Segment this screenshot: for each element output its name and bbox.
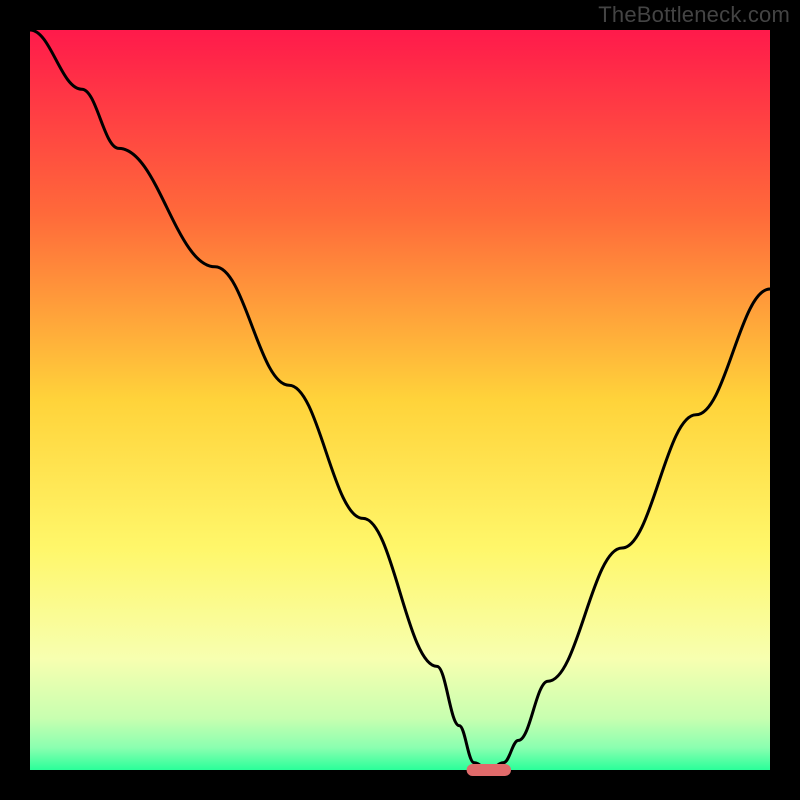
plot-background <box>30 30 770 770</box>
optimal-marker <box>467 764 511 776</box>
bottleneck-chart <box>0 0 800 800</box>
chart-frame: TheBottleneck.com <box>0 0 800 800</box>
attribution-label: TheBottleneck.com <box>598 2 790 28</box>
